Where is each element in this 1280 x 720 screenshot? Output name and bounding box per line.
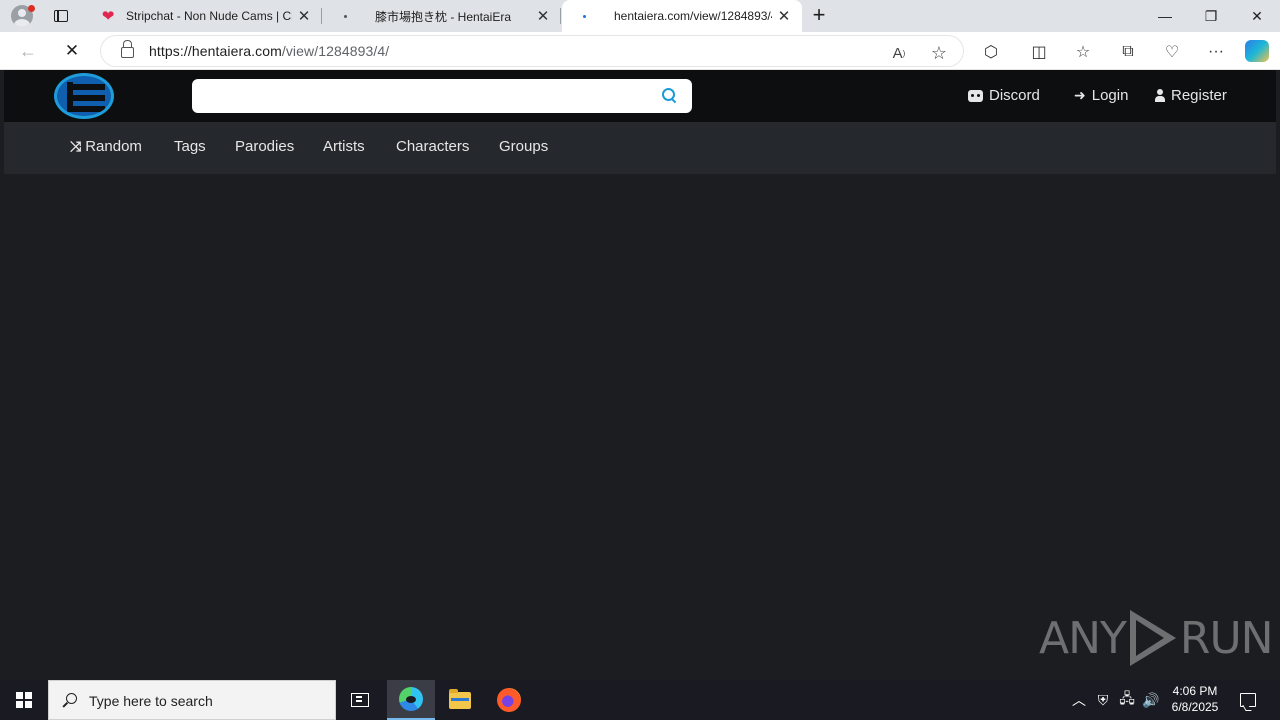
nav-artists[interactable]: Artists [323,138,365,155]
taskbar-firefox[interactable] [485,680,533,720]
anyrun-watermark: ANY RUN [1039,610,1274,666]
site-header: Discord ➜ Login Register [4,70,1276,122]
nav-random[interactable]: ⤨ Random [70,138,142,155]
taskbar-search[interactable]: Type here to search [48,680,336,720]
clock-time: 4:06 PM [1172,684,1218,698]
notification-icon [1240,693,1256,707]
browser-essentials-icon[interactable]: ♡ [1161,41,1183,63]
site-search-box [192,79,692,113]
play-icon [1129,610,1176,666]
taskbar-clock[interactable]: 4:06 PM 6/8/2025 [1165,683,1225,715]
close-tab-icon[interactable]: ✕ [772,7,796,25]
browser-toolbar: ← ✕ https://hentaiera.com/view/1284893/4… [0,32,1280,70]
discord-link[interactable]: Discord [968,87,1040,104]
loading-dot-icon [337,8,353,24]
tab-actions-icon[interactable] [44,0,78,32]
volume-icon[interactable]: 🔊 [1140,680,1162,720]
nav-characters[interactable]: Characters [396,138,469,155]
nav-random-label: Random [85,138,142,155]
site-search-input[interactable] [202,85,642,107]
website-viewport: Discord ➜ Login Register ⤨ Random Tags P… [4,70,1276,676]
task-view-button[interactable] [336,680,384,720]
browser-tab-active[interactable]: hentaiera.com/view/1284893/4/ ✕ [562,0,802,32]
nav-groups[interactable]: Groups [499,138,548,155]
windows-logo-icon [16,692,32,708]
favorite-star-icon[interactable]: ☆ [929,43,949,63]
clock-date: 6/8/2025 [1171,700,1219,714]
start-button[interactable] [0,680,48,720]
nav-parodies[interactable]: Parodies [235,138,294,155]
discord-label: Discord [989,87,1040,104]
split-screen-icon[interactable]: ◫ [1028,41,1050,63]
loading-dot-icon [576,8,592,24]
search-icon [63,693,77,707]
discord-icon [968,89,983,102]
task-view-icon [351,693,369,707]
url-text[interactable]: https://hentaiera.com/view/1284893/4/ [149,43,389,59]
close-tab-icon[interactable]: ✕ [531,7,555,25]
notifications-button[interactable] [1234,680,1262,720]
network-icon[interactable]: 🖧 [1116,680,1138,720]
lock-icon[interactable] [121,40,134,58]
taskbar-search-placeholder: Type here to search [89,693,213,709]
watermark-right: RUN [1179,612,1274,664]
edge-icon [399,687,423,711]
search-icon[interactable] [662,88,676,102]
tab-title: hentaiera.com/view/1284893/4/ [614,9,772,23]
close-tab-icon[interactable]: ✕ [292,7,316,25]
login-icon: ➜ [1074,87,1086,103]
restore-button[interactable]: ❐ [1188,0,1234,32]
extensions-icon[interactable]: ⬡ [980,41,1002,63]
browser-tab-hentaiera[interactable]: 膝市場抱き枕 - HentaiEra ✕ [323,0,561,32]
url-host: https://hentaiera.com [149,43,282,59]
windows-taskbar: Type here to search ︿ ⛨ 🖧 🔊 4:06 PM 6/8/… [0,680,1280,720]
login-label: Login [1091,87,1129,104]
taskbar-file-explorer[interactable] [436,680,484,720]
collections-icon[interactable]: ⧉ [1117,41,1139,63]
read-aloud-icon[interactable]: A) [889,43,909,63]
site-nav: ⤨ Random Tags Parodies Artists Character… [4,122,1276,174]
watermark-left: ANY [1039,612,1127,664]
minimize-button[interactable]: — [1142,0,1188,32]
address-bar[interactable]: https://hentaiera.com/view/1284893/4/ A)… [100,35,964,67]
url-path: /view/1284893/4/ [281,43,390,59]
back-arrow-icon[interactable]: ← [14,37,42,65]
register-label: Register [1171,87,1227,104]
close-window-button[interactable]: ✕ [1234,0,1280,32]
profile-avatar-icon[interactable] [0,0,44,32]
copilot-icon[interactable] [1245,40,1269,62]
tab-title: Stripchat - Non Nude Cams | Chat [126,9,292,23]
browser-tab-stripchat[interactable]: ❤ Stripchat - Non Nude Cams | Chat ✕ [86,0,322,32]
nav-tags[interactable]: Tags [174,138,206,155]
user-icon [1155,89,1165,102]
site-logo[interactable] [54,73,114,119]
new-tab-button[interactable]: + [807,4,831,28]
tab-title: 膝市場抱き枕 - HentaiEra [375,9,512,24]
favorites-icon[interactable]: ☆ [1072,41,1094,63]
login-link[interactable]: ➜ Login [1074,87,1128,104]
security-tray-icon[interactable]: ⛨ [1092,680,1114,720]
folder-icon [449,688,471,709]
register-link[interactable]: Register [1155,87,1227,104]
more-options-icon[interactable]: ··· [1205,41,1227,63]
show-hidden-icons-icon[interactable]: ︿ [1068,680,1090,720]
stop-loading-icon[interactable]: ✕ [58,37,86,65]
shuffle-icon: ⤨ [70,138,82,154]
firefox-icon [497,688,521,712]
heart-icon: ❤ [101,8,115,25]
taskbar-edge[interactable] [387,680,435,720]
